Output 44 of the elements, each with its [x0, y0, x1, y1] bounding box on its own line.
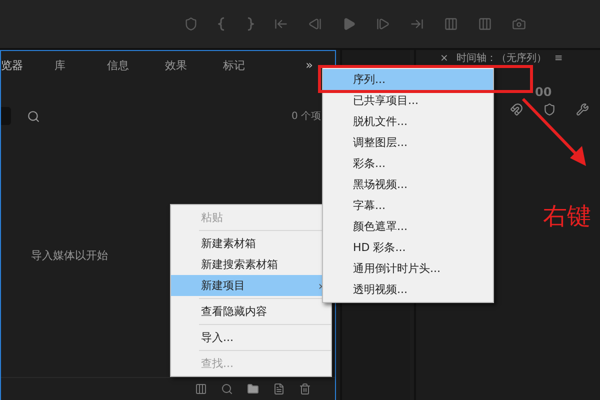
- go-to-out-icon[interactable]: [410, 17, 424, 31]
- marker-icon[interactable]: [543, 103, 556, 116]
- panel-tab[interactable]: 标记: [205, 58, 263, 72]
- submenu-arrow: ›: [318, 278, 323, 292]
- panel-title: 时间轴：（无序列）: [456, 52, 546, 65]
- go-to-in-icon[interactable]: [274, 17, 288, 31]
- search-field[interactable]: [1, 107, 11, 125]
- timecode: 00: [535, 85, 553, 99]
- panel-tab[interactable]: 库: [31, 58, 89, 72]
- menu-button[interactable]: ≡: [554, 52, 563, 64]
- new-item-icon[interactable]: [273, 383, 285, 395]
- panel-tab[interactable]: 信息: [89, 58, 147, 72]
- wrench-icon[interactable]: [576, 103, 589, 116]
- magnet-icon[interactable]: [510, 103, 523, 116]
- menu-item[interactable]: HD 彩条...: [323, 237, 493, 258]
- menu-item[interactable]: 已共享项目...: [323, 90, 493, 111]
- panel-tab[interactable]: 效果: [147, 58, 205, 72]
- close-button[interactable]: ×: [440, 52, 448, 64]
- menu-item[interactable]: 查看隐藏内容: [171, 301, 331, 322]
- menu-item[interactable]: 导入...: [171, 327, 331, 348]
- step-forward-icon[interactable]: [376, 17, 390, 31]
- step-back-icon[interactable]: [308, 17, 322, 31]
- menu-item[interactable]: 脱机文件...: [323, 111, 493, 132]
- menu-item[interactable]: 黑场视频...: [323, 174, 493, 195]
- annotation-arrow: [522, 98, 586, 166]
- trash-icon[interactable]: [299, 383, 311, 395]
- search-icon[interactable]: [27, 110, 40, 122]
- mark-out-icon[interactable]: [246, 17, 254, 31]
- play-icon[interactable]: [342, 17, 356, 31]
- menu-item[interactable]: 序列...: [323, 69, 493, 90]
- panel-tab[interactable]: 览器: [1, 58, 31, 72]
- annotation-text: 右键: [543, 201, 591, 232]
- menu-item[interactable]: 调整图层...: [323, 132, 493, 153]
- menu-item[interactable]: 字幕...: [323, 195, 493, 216]
- overflow-button[interactable]: »: [306, 58, 313, 72]
- folder-icon[interactable]: [247, 383, 259, 395]
- empty-hint: 导入媒体以开始: [31, 248, 108, 262]
- camera-icon[interactable]: [512, 17, 526, 31]
- mark-in-icon[interactable]: [218, 17, 226, 31]
- item-count: 0 个项: [291, 110, 321, 123]
- search-icon[interactable]: [221, 383, 233, 395]
- marker-icon[interactable]: [184, 17, 198, 31]
- menu-item[interactable]: 彩条...: [323, 153, 493, 174]
- menu-item[interactable]: 颜色遮罩...: [323, 216, 493, 237]
